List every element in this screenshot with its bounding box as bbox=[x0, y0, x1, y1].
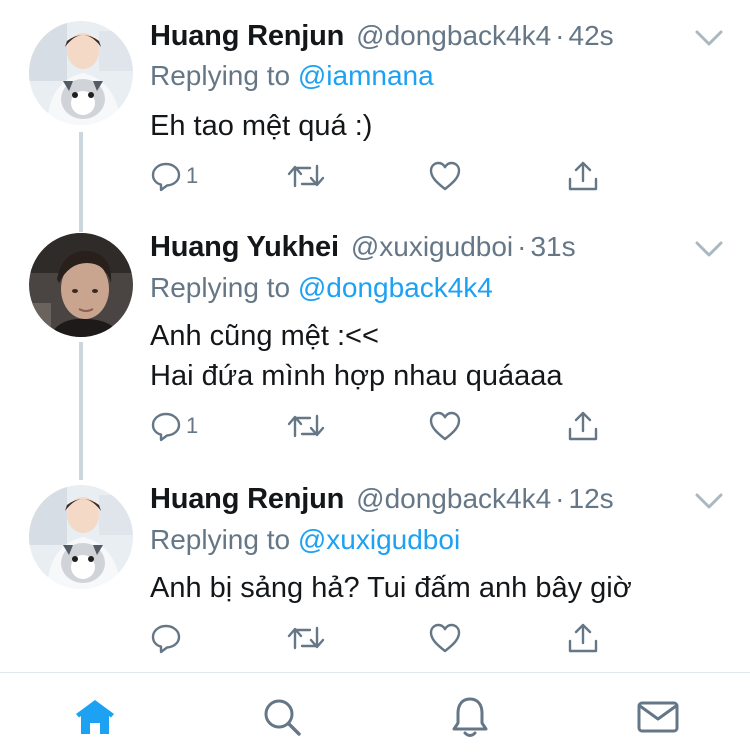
timestamp[interactable]: 42s bbox=[569, 20, 614, 51]
replying-to: Replying to @iamnana bbox=[150, 60, 434, 92]
replying-prefix: Replying to bbox=[150, 60, 291, 91]
tweet-header: Huang Yukhei @xuxigudboi · 31s bbox=[150, 231, 576, 271]
chevron-down-icon[interactable] bbox=[693, 237, 725, 261]
retweet-button[interactable] bbox=[286, 156, 326, 196]
separator-dot: · bbox=[555, 20, 565, 51]
reply-icon bbox=[151, 412, 181, 442]
chevron-down-icon[interactable] bbox=[693, 489, 725, 513]
reply-count: 1 bbox=[186, 163, 199, 188]
retweet-button[interactable] bbox=[286, 618, 326, 658]
reply-icon bbox=[151, 162, 181, 192]
timestamp[interactable]: 31s bbox=[530, 231, 575, 262]
share-icon bbox=[568, 623, 598, 653]
replying-prefix: Replying to bbox=[150, 524, 291, 555]
like-button[interactable] bbox=[428, 618, 462, 658]
thread-connector bbox=[79, 132, 83, 232]
tweet-text-line: Eh tao mệt quá :) bbox=[150, 110, 373, 142]
display-name[interactable]: Huang Yukhei bbox=[150, 231, 339, 263]
reply-button[interactable]: 1 bbox=[150, 156, 198, 196]
like-button[interactable] bbox=[428, 156, 462, 196]
tweet-text: Eh tao mệt quá :) bbox=[150, 106, 372, 146]
display-name[interactable]: Huang Renjun bbox=[150, 483, 344, 515]
tab-messages[interactable] bbox=[636, 695, 680, 739]
display-name[interactable]: Huang Renjun bbox=[150, 20, 344, 52]
like-button[interactable] bbox=[428, 406, 462, 446]
retweet-icon bbox=[287, 626, 325, 650]
user-handle[interactable]: @xuxigudboi bbox=[351, 231, 513, 262]
replying-prefix: Replying to bbox=[150, 272, 291, 303]
mention-link[interactable]: @xuxigudboi bbox=[298, 524, 460, 555]
share-button[interactable] bbox=[566, 618, 600, 658]
heart-icon bbox=[429, 411, 461, 441]
tweet-text: Anh bị sảng hả? Tui đấm anh bây giờ bbox=[150, 568, 632, 608]
tweet-header: Huang Renjun @dongback4k4 · 42s bbox=[150, 20, 614, 60]
tweet-text: Anh cũng mệt :<< Hai đứa mình hợp nhau q… bbox=[150, 316, 563, 396]
tab-notifications[interactable] bbox=[448, 695, 492, 739]
share-icon bbox=[568, 411, 598, 441]
reply-count: 1 bbox=[186, 413, 199, 438]
mention-link[interactable]: @dongback4k4 bbox=[298, 272, 493, 303]
avatar-yukhei[interactable] bbox=[29, 233, 133, 337]
share-button[interactable] bbox=[566, 406, 600, 446]
tweet-text-line: Hai đứa mình hợp nhau quáaaa bbox=[150, 360, 563, 392]
notifications-icon bbox=[452, 697, 488, 737]
share-icon bbox=[568, 161, 598, 191]
replying-to: Replying to @dongback4k4 bbox=[150, 272, 493, 304]
replying-to: Replying to @xuxigudboi bbox=[150, 524, 460, 556]
separator-dot: · bbox=[555, 483, 565, 514]
chevron-down-icon[interactable] bbox=[693, 26, 725, 50]
tweet-actions bbox=[150, 618, 610, 658]
tab-home[interactable] bbox=[73, 695, 117, 739]
thread-connector bbox=[79, 342, 83, 480]
heart-icon bbox=[429, 623, 461, 653]
user-handle[interactable]: @dongback4k4 bbox=[356, 20, 551, 51]
tweet-text-line: Anh bị sảng hả? Tui đấm anh bây giờ bbox=[150, 572, 632, 604]
retweet-icon bbox=[287, 164, 325, 188]
messages-icon bbox=[637, 701, 679, 733]
mention-link[interactable]: @iamnana bbox=[298, 60, 434, 91]
share-button[interactable] bbox=[566, 156, 600, 196]
tweet-actions: 1 bbox=[150, 156, 610, 196]
reply-button[interactable]: 1 bbox=[150, 406, 198, 446]
reply-icon bbox=[151, 624, 181, 654]
avatar-renjun[interactable] bbox=[29, 21, 133, 125]
tweet-actions: 1 bbox=[150, 406, 610, 446]
tweet-header: Huang Renjun @dongback4k4 · 12s bbox=[150, 483, 614, 523]
retweet-icon bbox=[287, 414, 325, 438]
timestamp[interactable]: 12s bbox=[569, 483, 614, 514]
reply-button[interactable] bbox=[150, 618, 186, 658]
retweet-button[interactable] bbox=[286, 406, 326, 446]
tab-search[interactable] bbox=[260, 695, 304, 739]
home-icon bbox=[76, 700, 114, 734]
bottom-tab-bar bbox=[0, 672, 750, 755]
heart-icon bbox=[429, 161, 461, 191]
separator-dot: · bbox=[517, 231, 527, 262]
tweet-text-line: Anh cũng mệt :<< bbox=[150, 320, 379, 352]
avatar-renjun[interactable] bbox=[29, 485, 133, 589]
user-handle[interactable]: @dongback4k4 bbox=[356, 483, 551, 514]
search-icon bbox=[264, 699, 301, 736]
